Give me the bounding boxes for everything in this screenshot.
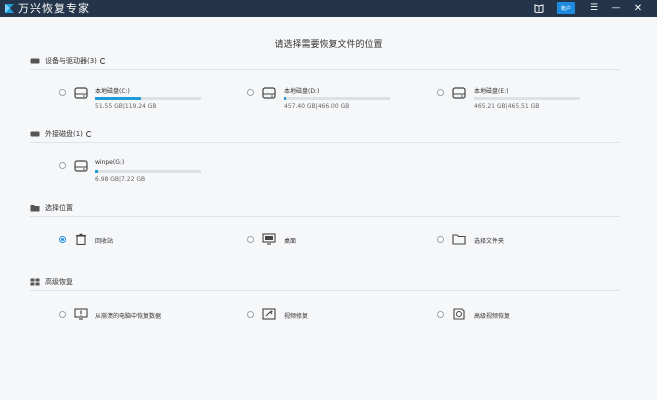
desktop-monitor-icon [262, 233, 276, 245]
hard-drive-icon [452, 87, 466, 99]
refresh-icon[interactable] [99, 58, 106, 64]
drive-e-usage-bar [474, 97, 580, 100]
minimize-icon[interactable]: — [610, 2, 622, 14]
drive-d-size: 457.40 GB|466.00 GB [284, 103, 350, 110]
main-content [0, 17, 657, 400]
video-repair-icon [262, 308, 276, 320]
drive-d-usage-bar [284, 97, 390, 100]
external-drive-icon [30, 131, 40, 137]
grid-icon [30, 278, 40, 286]
divider [30, 142, 620, 143]
hard-drive-icon [30, 58, 40, 64]
section-location: 选择位置 [30, 202, 73, 214]
hard-drive-icon [74, 160, 88, 172]
drive-g-usage-fill [95, 170, 99, 173]
help-book-icon[interactable] [533, 2, 545, 14]
divider [30, 69, 620, 70]
section-devices-label: 设备与驱动器(3) [45, 57, 97, 65]
desktop-radio[interactable] [247, 236, 254, 243]
choose-folder-radio[interactable] [437, 236, 444, 243]
crash-recovery-radio[interactable] [59, 311, 66, 318]
hard-drive-icon [262, 87, 276, 99]
drive-g-name: winpe(G:) [95, 159, 125, 166]
section-devices: 设备与驱动器(3) [30, 55, 106, 67]
video-repair-radio[interactable] [247, 311, 254, 318]
recycle-bin-label[interactable]: 回收站 [95, 236, 113, 245]
recycle-bin-radio[interactable] [59, 236, 66, 243]
section-external-label: 外接磁盘(1) [45, 130, 83, 138]
crashed-computer-icon [74, 308, 88, 320]
divider [30, 290, 620, 291]
desktop-label[interactable]: 桌面 [284, 236, 296, 245]
drive-g-usage-bar [95, 170, 201, 173]
drive-c-size: 51.55 GB|119.24 GB [95, 103, 157, 110]
app-logo-icon [5, 4, 14, 13]
page-title: 请选择需要恢复文件的位置 [274, 40, 383, 50]
app-title: 万兴恢复专家 [18, 2, 90, 15]
advanced-video-radio[interactable] [437, 311, 444, 318]
drive-e-name: 本地磁盘(E:) [474, 88, 509, 95]
advanced-video-label[interactable]: 高级视频恢复 [474, 311, 510, 320]
recycle-bin-icon [76, 233, 86, 245]
divider [30, 216, 620, 217]
account-button[interactable]: 帐户 [557, 2, 575, 14]
drive-g-radio[interactable] [59, 162, 66, 169]
video-repair-label[interactable]: 视频修复 [284, 311, 308, 320]
drive-d-name: 本地磁盘(D:) [284, 88, 320, 95]
folder-icon [30, 205, 40, 212]
drive-c-name: 本地磁盘(C:) [95, 88, 130, 95]
section-advanced-label: 高级恢复 [45, 278, 73, 286]
crash-recovery-label[interactable]: 从崩溃的电脑中恢复数据 [95, 311, 161, 320]
menu-icon[interactable]: ☰ [588, 2, 600, 14]
drive-c-usage-fill [95, 97, 141, 100]
choose-folder-label[interactable]: 选择文件夹 [474, 236, 504, 245]
refresh-icon[interactable] [85, 131, 92, 137]
drive-c-radio[interactable] [59, 89, 66, 96]
section-location-label: 选择位置 [45, 204, 73, 212]
drive-d-radio[interactable] [247, 89, 254, 96]
folder-icon [452, 234, 466, 245]
drive-g-size: 6.98 GB|7.22 GB [95, 176, 146, 183]
drive-e-size: 465.21 GB|465.51 GB [474, 103, 540, 110]
close-icon[interactable]: ✕ [632, 2, 644, 14]
advanced-video-icon [453, 308, 465, 320]
drive-e-radio[interactable] [437, 89, 444, 96]
section-external: 外接磁盘(1) [30, 128, 92, 140]
drive-c-usage-bar [95, 97, 201, 100]
title-bar: 万兴恢复专家 帐户 ☰ — ✕ [0, 0, 657, 17]
hard-drive-icon [74, 87, 88, 99]
section-advanced: 高级恢复 [30, 276, 73, 288]
drive-d-usage-fill [284, 97, 287, 100]
